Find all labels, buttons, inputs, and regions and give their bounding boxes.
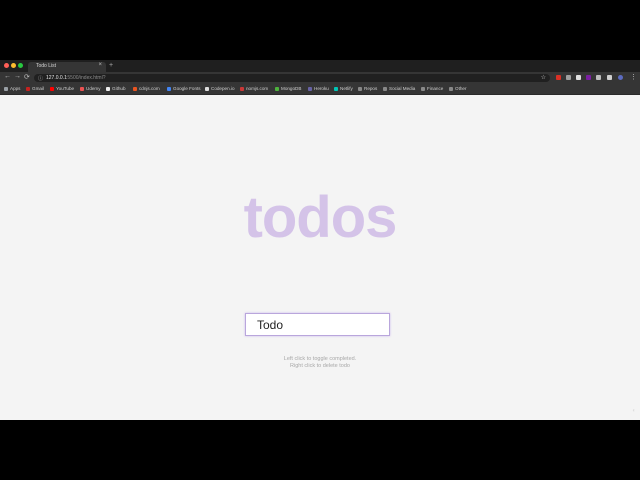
bookmark-favicon-icon — [358, 86, 362, 91]
bookmark-label: Repos — [364, 86, 378, 91]
address-bar[interactable]: ⓘ 127.0.0.1 :5500/index.html? ☆ — [34, 74, 550, 82]
extension-icon[interactable] — [596, 75, 601, 80]
bookmark-item[interactable]: Repos — [358, 86, 377, 91]
tab-close-icon[interactable]: × — [98, 62, 102, 68]
bookmark-label: YouTube — [56, 86, 75, 91]
todo-input[interactable] — [245, 313, 390, 336]
bookmark-label: Github — [112, 86, 126, 91]
bookmark-item[interactable]: Finance — [421, 86, 443, 91]
bookmark-favicon-icon — [167, 86, 171, 91]
bookmark-favicon-icon — [421, 86, 425, 91]
bookmarks-bar: Apps Gmail YouTube Udemy Github cdnjs.com Goog… — [0, 84, 640, 95]
bookmark-item[interactable]: Google Fonts — [167, 86, 201, 91]
help-text-toggle: Left click to toggle completed. — [283, 356, 357, 362]
bookmark-label: Udemy — [86, 86, 101, 91]
bookmark-item[interactable]: nomjs.com — [240, 86, 268, 91]
browser-menu-icon[interactable]: ⋮ — [630, 73, 637, 81]
bookmark-item[interactable]: cdnjs.com — [133, 86, 160, 91]
bookmark-favicon-icon — [26, 86, 30, 91]
back-icon[interactable]: ← — [4, 73, 11, 80]
bookmark-item[interactable]: Heroku — [308, 86, 329, 91]
bookmark-favicon-icon — [308, 86, 312, 91]
bookmark-item[interactable]: Codepen.io — [205, 86, 235, 91]
new-tab-button[interactable]: + — [109, 62, 113, 69]
bookmark-label: cdnjs.com — [139, 86, 160, 91]
extension-icon[interactable] — [556, 75, 561, 80]
url-path: :5500/index.html? — [66, 75, 106, 81]
bookmark-label: Codepen.io — [211, 86, 235, 91]
bookmark-item[interactable]: Gmail — [26, 86, 44, 91]
browser-window: Todo List × + ← → ⟳ ⓘ 127.0.0.1 :5500/in… — [0, 60, 640, 420]
bookmark-label: Apps — [10, 86, 21, 91]
video-watermark-logo: ◐ — [632, 408, 636, 414]
bookmark-favicon-icon — [275, 86, 279, 91]
bookmark-favicon-icon — [240, 86, 244, 91]
tab-todo-list[interactable]: Todo List × — [28, 62, 106, 72]
tab-title: Todo List — [36, 63, 57, 69]
bookmark-favicon-icon — [334, 86, 338, 91]
bookmark-favicon-icon — [133, 86, 137, 91]
bookmark-favicon-icon — [4, 86, 8, 91]
bookmark-label: Gmail — [32, 86, 44, 91]
site-info-icon[interactable]: ⓘ — [38, 75, 43, 82]
bookmark-favicon-icon — [383, 86, 387, 91]
url-host: 127.0.0.1 — [46, 75, 67, 81]
bookmark-item[interactable]: Udemy — [80, 86, 101, 91]
bookmark-item[interactable]: Netlify — [334, 86, 353, 91]
extension-icon[interactable] — [566, 75, 571, 80]
maximize-window-button[interactable] — [18, 63, 23, 68]
bookmark-label: Other — [455, 86, 467, 91]
bookmark-label: Netlify — [340, 86, 353, 91]
bookmark-favicon-icon — [449, 86, 453, 91]
bookmark-item[interactable]: Github — [106, 86, 126, 91]
bookmark-item[interactable]: MongoDB — [275, 86, 301, 91]
bookmark-favicon-icon — [50, 86, 54, 91]
bookmark-favicon-icon — [205, 86, 209, 91]
browser-toolbar: ← → ⟳ ⓘ 127.0.0.1 :5500/index.html? ☆ ⋮ — [0, 72, 640, 84]
app-heading: todos — [243, 185, 398, 250]
bookmark-item[interactable]: Apps — [4, 86, 20, 91]
bookmark-label: Google Fonts — [173, 86, 201, 91]
extension-icon[interactable] — [576, 75, 581, 80]
bookmark-item[interactable]: Other — [449, 86, 467, 91]
minimize-window-button[interactable] — [11, 63, 16, 68]
help-text-delete: Right click to delete todo — [290, 363, 350, 369]
extension-icon[interactable] — [586, 75, 591, 80]
bookmark-item[interactable]: YouTube — [50, 86, 74, 91]
bookmark-label: MongoDB — [281, 86, 302, 91]
extensions-puzzle-icon[interactable] — [607, 75, 612, 80]
profile-avatar[interactable] — [618, 75, 623, 80]
tab-strip: Todo List × + — [0, 60, 640, 72]
bookmark-label: nomjs.com — [246, 86, 269, 91]
bookmark-label: Finance — [427, 86, 444, 91]
bookmark-label: Heroku — [314, 86, 329, 91]
bookmark-star-icon[interactable]: ☆ — [541, 74, 546, 81]
bookmark-label: Social Media — [389, 86, 416, 91]
bookmark-favicon-icon — [80, 86, 84, 91]
forward-icon[interactable]: → — [14, 73, 21, 80]
close-window-button[interactable] — [4, 63, 9, 68]
bookmark-favicon-icon — [106, 86, 110, 91]
reload-icon[interactable]: ⟳ — [24, 73, 30, 81]
bookmark-item[interactable]: Social Media — [383, 86, 415, 91]
